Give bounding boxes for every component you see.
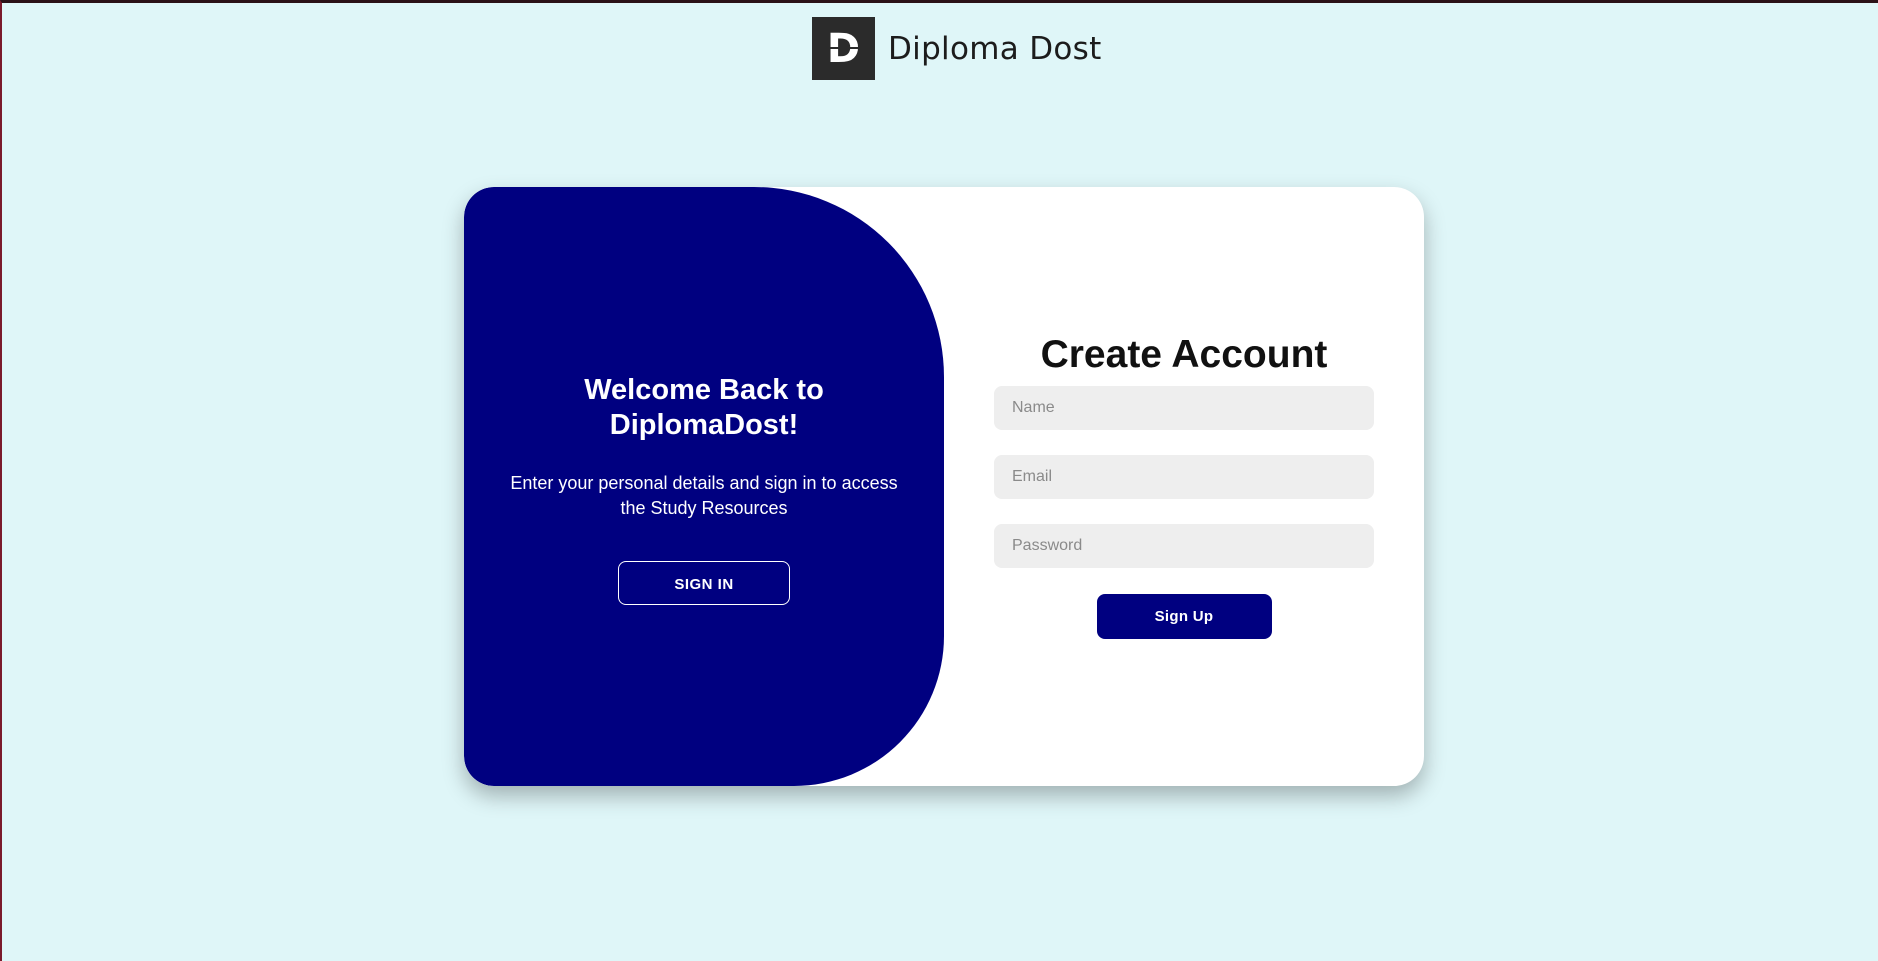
welcome-title: Welcome Back to DiplomaDost! <box>584 374 824 441</box>
welcome-overlay-panel: Welcome Back to DiplomaDost! Enter your … <box>464 187 944 786</box>
sign-up-button[interactable]: Sign Up <box>1096 594 1272 639</box>
name-input[interactable] <box>994 386 1374 430</box>
brand-name: Diploma Dost <box>888 30 1102 67</box>
auth-card: Welcome Back to DiplomaDost! Enter your … <box>464 187 1424 786</box>
welcome-text: Enter your personal details and sign in … <box>510 473 898 518</box>
welcome-content: Welcome Back to DiplomaDost! Enter your … <box>504 373 904 605</box>
logo[interactable]: D <box>812 17 875 80</box>
sign-in-button[interactable]: SIGN IN <box>618 561 790 605</box>
password-input[interactable] <box>994 524 1374 568</box>
logo-stripe <box>818 47 869 49</box>
email-input[interactable] <box>994 455 1374 499</box>
create-account-form: Create Account Sign Up <box>994 332 1374 639</box>
form-title: Create Account <box>1040 333 1328 376</box>
brand-header: D Diploma Dost <box>812 17 1102 80</box>
